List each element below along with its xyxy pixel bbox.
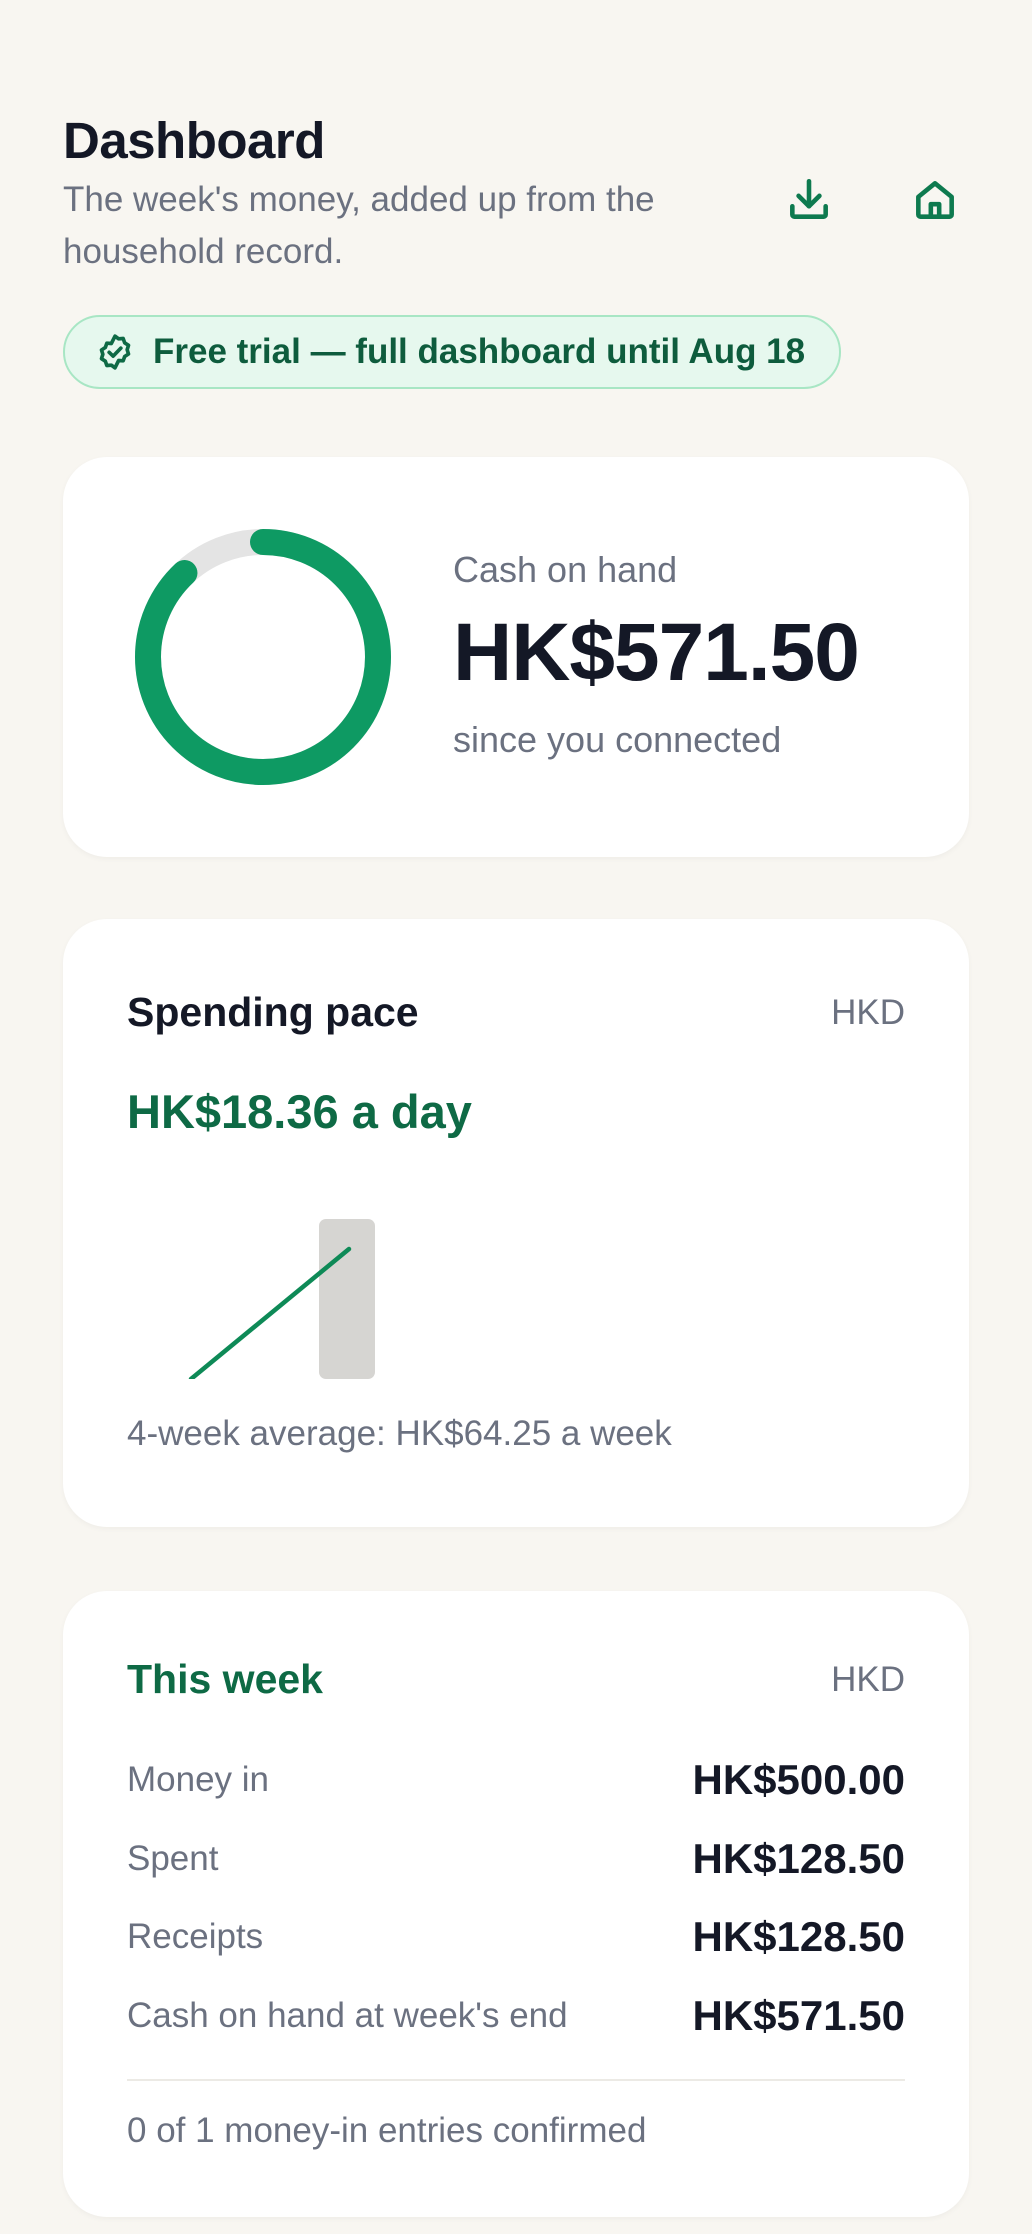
pace-bar — [319, 1219, 375, 1379]
confirm-note: 0 of 1 money-in entries confirmed — [127, 2111, 647, 2150]
download-button[interactable] — [775, 166, 843, 234]
divider — [127, 2079, 905, 2081]
cash-label: Cash on hand — [453, 549, 678, 590]
row-value: HK$500.00 — [692, 1756, 905, 1804]
badge-check-icon — [99, 334, 131, 370]
pace-sparkline — [188, 1219, 375, 1379]
row-value: HK$128.50 — [692, 1834, 905, 1882]
row-value: HK$128.50 — [692, 1913, 905, 1961]
week-card-title: This week — [127, 1656, 323, 1702]
row-label: Receipts — [127, 1917, 264, 1957]
header-actions — [775, 166, 969, 234]
week-card-header: This week HKD — [127, 1656, 905, 1703]
home-icon — [916, 181, 954, 219]
row-label: Money in — [127, 1760, 270, 1800]
pace-average: 4-week average: HK$64.25 a week — [127, 1414, 672, 1453]
pace-card-title: Spending pace — [127, 989, 419, 1035]
week-row-cash-end: Cash on hand at week's end HK$571.50 — [127, 1977, 905, 2056]
cash-info: Cash on hand HK$571.50 since you connect… — [453, 547, 860, 763]
download-icon — [790, 178, 828, 219]
trial-badge: Free trial — full dashboard until Aug 18 — [63, 315, 842, 389]
row-label: Cash on hand at week's end — [127, 1995, 568, 2035]
week-summary-list: Money in HK$500.00 Spent HK$128.50 Recei… — [127, 1741, 905, 2055]
pace-currency: HKD — [831, 992, 905, 1032]
pace-rate: HK$18.36 a day — [127, 1085, 472, 1138]
week-currency: HKD — [831, 1659, 905, 1699]
week-row-receipts: Receipts HK$128.50 — [127, 1898, 905, 1977]
page-header: Dashboard The week's money, added up fro… — [63, 108, 969, 278]
spending-pace-card: Spending pace HKD HK$18.36 a day 4-week … — [63, 919, 969, 1527]
cash-on-hand-card: Cash on hand HK$571.50 since you connect… — [63, 457, 969, 857]
pace-card-header: Spending pace HKD — [127, 989, 905, 1036]
ring-progress — [135, 529, 391, 785]
page-title: Dashboard — [63, 112, 325, 169]
page-subtitle: The week's money, added up from the hous… — [63, 180, 655, 271]
row-value: HK$571.50 — [692, 1991, 905, 2039]
week-row-money-in: Money in HK$500.00 — [127, 1741, 905, 1820]
cash-amount: HK$571.50 — [453, 607, 860, 698]
cash-ring-chart — [135, 529, 391, 785]
trial-text: Free trial — full dashboard until Aug 18 — [153, 332, 806, 371]
cash-subtext: since you connected — [453, 719, 782, 760]
dashboard-page: Dashboard The week's money, added up fro… — [0, 0, 1032, 2234]
home-button[interactable] — [901, 166, 969, 234]
row-label: Spent — [127, 1838, 219, 1878]
this-week-card: This week HKD Money in HK$500.00 Spent H… — [63, 1591, 969, 2217]
week-row-spent: Spent HK$128.50 — [127, 1820, 905, 1899]
